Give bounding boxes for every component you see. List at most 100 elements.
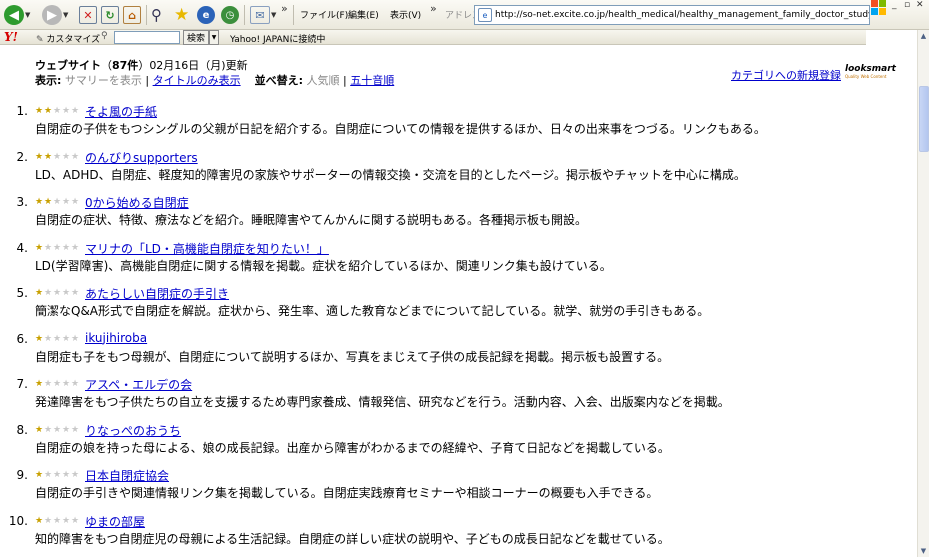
history-button[interactable]: ◷: [221, 4, 239, 26]
result-description: 知的障害をもつ自閉症児の母親による生活記録。自閉症の詳しい症状の説明や、子どもの…: [35, 531, 670, 546]
menu-edit[interactable]: 編集(E): [348, 8, 379, 21]
refresh-button[interactable]: ↻: [101, 4, 119, 26]
result-title-link[interactable]: 0から始める自閉症: [85, 194, 189, 211]
forward-dropdown-icon[interactable]: ▼: [63, 11, 68, 19]
search-small-icon: ⚲: [101, 31, 108, 41]
star-empty-icon: ★: [53, 242, 62, 253]
scrollbar-thumb[interactable]: [919, 86, 929, 152]
rating-stars: ★ ★ ★ ★ ★: [35, 288, 80, 298]
star-empty-icon: ★: [53, 288, 62, 298]
home-icon: ⌂: [123, 6, 141, 24]
menu-view[interactable]: 表示(V): [390, 8, 421, 21]
mail-dropdown-icon[interactable]: ▼: [271, 11, 276, 19]
result-description: 自閉症の子供をもつシングルの父親が日記を紹介する。自閉症についての情報を提供する…: [35, 122, 766, 136]
star-empty-icon: ★: [71, 151, 80, 162]
favorites-button[interactable]: ★: [174, 4, 189, 26]
customize-label: カスタマイズ: [46, 35, 101, 45]
star-empty-icon: ★: [62, 288, 71, 298]
result-count: 87件: [112, 59, 139, 72]
back-dropdown-icon[interactable]: ▼: [25, 11, 30, 19]
windows-logo-icon: [871, 0, 887, 16]
vertical-scrollbar[interactable]: ▲ ▼: [917, 30, 929, 557]
star-empty-icon: ★: [53, 424, 62, 435]
search-button[interactable]: ⚲: [151, 4, 162, 26]
star-filled-icon: ★: [35, 470, 44, 480]
rating-stars: ★ ★ ★ ★ ★: [35, 106, 80, 116]
result-item: 2. ★ ★ ★ ★ ★ のんびりsupporters LD、ADHD、自閉症、軽度知的障害児…: [0, 148, 917, 193]
result-title-link[interactable]: そよ風の手紙: [85, 103, 157, 120]
result-title-link[interactable]: のんびりsupporters: [85, 149, 198, 166]
star-empty-icon: ★: [71, 515, 80, 526]
close-window-icon[interactable]: ✕: [916, 0, 924, 10]
display-label: 表示:: [35, 74, 62, 87]
result-item: 1. ★ ★ ★ ★ ★ そよ風の手紙自閉症の子供をもつシングルの父親が日記を紹介する。自閉…: [0, 102, 917, 147]
star-empty-icon: ★: [53, 379, 62, 389]
sort-label: 並べ替え:: [254, 74, 304, 87]
back-button[interactable]: ◀ ▼: [4, 4, 30, 26]
star-empty-icon: ★: [44, 515, 53, 526]
looksmart-logo: looksmart Quality Web Content: [845, 64, 896, 79]
result-item: 9. ★ ★ ★ ★ ★ 日本自閉症協会 自閉症の手引きや関連情報リンク集を掲載している。自閉…: [0, 466, 917, 511]
yahoo-search-input[interactable]: [114, 31, 180, 44]
result-description: 自閉症の症状、特徴、療法などを紹介。睡眠障害やてんかんに関する説明もある。各種掲…: [35, 213, 588, 227]
yahoo-search-button[interactable]: 検索: [183, 30, 209, 45]
star-empty-icon: ★: [62, 424, 71, 435]
yahoo-search-dropdown-icon[interactable]: ▼: [209, 30, 219, 45]
display-title-only-link[interactable]: タイトルのみ表示: [153, 74, 241, 87]
result-item: 7. ★ ★ ★ ★ ★ アスペ・エルデの会 発達障害をもつ子供たちの自立を支援するため専門家…: [0, 375, 917, 420]
star-empty-icon: ★: [53, 106, 62, 116]
mail-button[interactable]: ✉ ▼: [250, 4, 276, 26]
result-title-link[interactable]: 日本自閉症協会: [85, 467, 169, 484]
home-button[interactable]: ⌂: [123, 4, 141, 26]
minimize-icon[interactable]: _: [892, 0, 897, 10]
forward-arrow-icon: ▶: [42, 5, 62, 25]
media-button[interactable]: e: [197, 4, 215, 26]
site-count-header: ウェブサイト（87件）02月16日（月)更新: [35, 59, 248, 72]
result-number: 6.: [16, 331, 28, 346]
yahoo-logo-icon[interactable]: Y!: [4, 30, 18, 45]
star-filled-icon: ★: [44, 106, 53, 116]
star-empty-icon: ★: [44, 333, 53, 344]
scroll-down-icon[interactable]: ▼: [918, 545, 929, 556]
star-empty-icon: ★: [71, 470, 80, 480]
result-description: 発達障害をもつ子供たちの自立を支援するため専門家養成、情報発信、研究などを行う。…: [35, 395, 730, 409]
customize-button[interactable]: ✎ カスタマイズ: [36, 32, 100, 45]
address-bar[interactable]: e http://so-net.excite.co.jp/health_medi…: [474, 5, 870, 25]
result-title-link[interactable]: ikujihiroba: [85, 331, 147, 345]
refresh-icon: ↻: [101, 6, 119, 24]
result-title-link[interactable]: りなっぺのおうち: [85, 422, 181, 439]
star-filled-icon: ★: [35, 515, 44, 526]
address-url[interactable]: http://so-net.excite.co.jp/health_medica…: [495, 10, 869, 20]
stop-icon: ✕: [79, 6, 97, 24]
pencil-icon: ✎: [36, 35, 44, 45]
star-empty-icon: ★: [62, 151, 71, 162]
result-title-link[interactable]: ゆまの部屋: [85, 513, 145, 530]
stop-button[interactable]: ✕: [79, 4, 97, 26]
yahoo-toolbar: Y! ✎ カスタマイズ ⚲ 検索 ▼ Yahoo! JAPANに接続中: [0, 30, 866, 45]
new-category-register-link[interactable]: カテゴリへの新規登録: [731, 67, 841, 83]
menu-file[interactable]: ファイル(F): [300, 8, 348, 21]
forward-button[interactable]: ▶ ▼: [42, 4, 68, 26]
star-empty-icon: ★: [71, 379, 80, 389]
result-number: 3.: [16, 195, 28, 209]
star-empty-icon: ★: [71, 197, 80, 207]
result-description: 自閉症の手引きや関連情報リンク集を掲載している。自閉症実践療育セミナーや相談コー…: [35, 486, 659, 500]
sort-alpha-link[interactable]: 五十音順: [350, 74, 394, 87]
star-filled-icon: ★: [35, 151, 44, 162]
result-title-link[interactable]: アスペ・エルデの会: [85, 376, 192, 393]
rating-stars: ★ ★ ★ ★ ★: [35, 197, 80, 207]
result-item: 4. ★ ★ ★ ★ ★ マリナの「LD・高機能自閉症を知りたい！」 LD(学習障害)、高機能…: [0, 239, 917, 284]
result-description: 自閉症の娘を持った母による、娘の成長記録。出産から障害がわかるまでの経緯や、子育…: [35, 440, 670, 455]
rating-stars: ★ ★ ★ ★ ★: [35, 470, 80, 480]
menu-overflow-chevron-icon[interactable]: »: [430, 2, 437, 15]
toolbar-divider: [244, 5, 245, 25]
toolbar-overflow-chevron-icon[interactable]: »: [281, 2, 288, 15]
sort-popular-option: 人気順: [306, 74, 340, 87]
result-title-link[interactable]: マリナの「LD・高機能自閉症を知りたい！」: [85, 240, 329, 257]
result-title-link[interactable]: あたらしい自閉症の手引き: [85, 285, 229, 302]
scroll-up-icon[interactable]: ▲: [918, 30, 929, 41]
result-number: 1.: [16, 104, 28, 118]
star-filled-icon: ★: [35, 379, 44, 389]
star-empty-icon: ★: [71, 288, 80, 298]
restore-icon[interactable]: ▫: [904, 0, 910, 10]
